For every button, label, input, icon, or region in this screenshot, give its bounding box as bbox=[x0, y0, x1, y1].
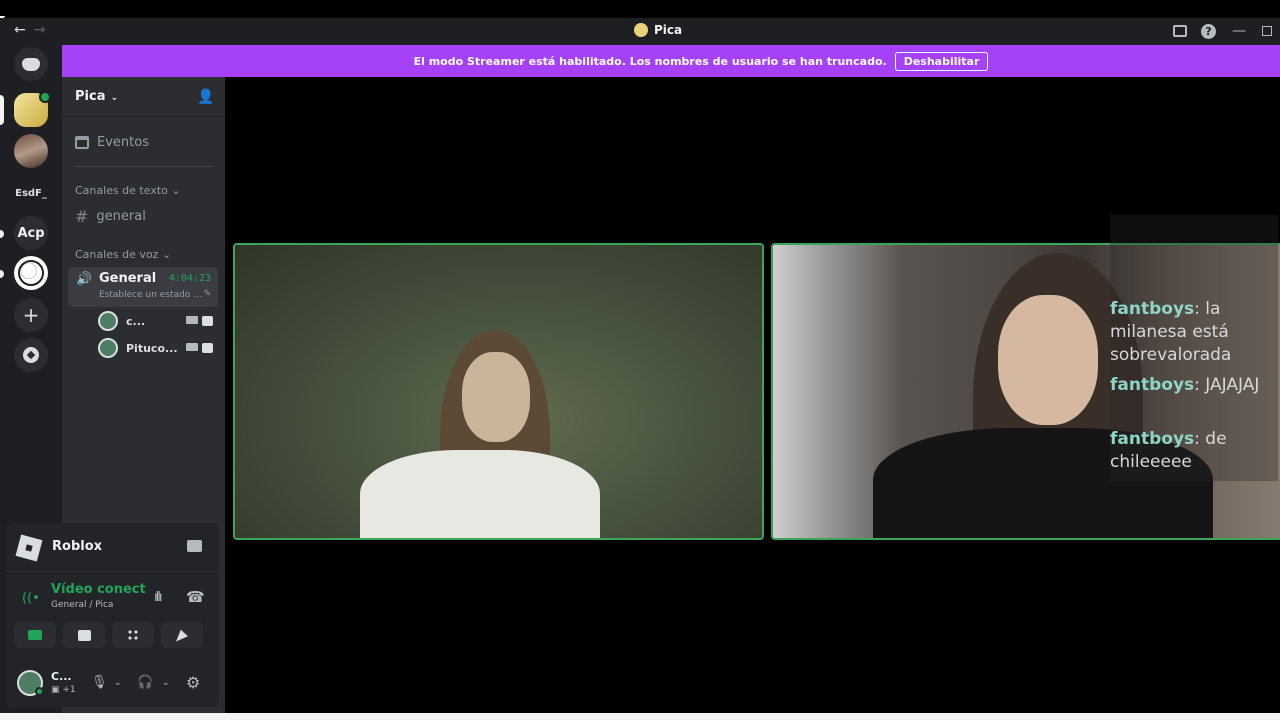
avatar bbox=[98, 311, 118, 331]
activities-icon bbox=[126, 628, 140, 642]
user-name[interactable]: C... bbox=[51, 670, 72, 683]
chevron-down-icon[interactable]: ⌄ bbox=[114, 678, 122, 688]
voice-channel-name: General bbox=[99, 271, 157, 286]
chat-message: fantboys: la milanesa está sobrevalorada bbox=[1110, 299, 1232, 365]
chat-overlay: fantboys: la milanesa está sobrevalorada… bbox=[1110, 215, 1278, 481]
discord-home-icon[interactable] bbox=[14, 47, 48, 81]
chat-message: fantboys: de chileeeee bbox=[1110, 429, 1227, 472]
voice-user[interactable]: c... bbox=[98, 311, 213, 331]
gear-icon[interactable]: ⚙ bbox=[186, 673, 200, 692]
stream-icon bbox=[202, 316, 213, 326]
noise-suppression-icon[interactable]: ıllı bbox=[154, 590, 163, 605]
roblox-icon bbox=[15, 534, 43, 562]
chevron-down-icon[interactable]: ⌄ bbox=[162, 678, 170, 688]
activity-panel: Roblox bbox=[6, 523, 219, 571]
user-panel: C... ▣ +1 🎙 ⌄ 🎧 ⌄ ⚙ bbox=[6, 663, 219, 707]
online-status-icon bbox=[35, 687, 44, 696]
text-category[interactable]: Canales de texto ⌄ bbox=[75, 184, 181, 197]
ball-server-icon[interactable] bbox=[14, 256, 48, 290]
headphones-icon[interactable]: 🎧 bbox=[137, 675, 153, 690]
camera-button[interactable] bbox=[14, 622, 56, 648]
share-screen-icon[interactable] bbox=[187, 540, 202, 552]
guild-name: Pica ⌄ bbox=[75, 89, 119, 104]
microphone-icon[interactable]: 🎙 bbox=[91, 675, 108, 690]
invite-user-icon[interactable]: 👤 bbox=[197, 89, 214, 105]
activities-button[interactable] bbox=[112, 622, 154, 648]
soundboard-icon bbox=[176, 629, 188, 642]
pica-server-icon[interactable] bbox=[14, 91, 51, 127]
calendar-icon bbox=[75, 136, 89, 149]
add-server-icon[interactable]: + bbox=[14, 298, 48, 332]
explore-icon[interactable] bbox=[14, 338, 48, 372]
voice-user[interactable]: Pitucо... bbox=[98, 338, 213, 358]
voice-category[interactable]: Canales de voz ⌄ bbox=[75, 248, 171, 261]
activity-name: Roblox bbox=[52, 539, 103, 554]
pica-icon bbox=[634, 23, 648, 37]
server-acp[interactable]: Acp bbox=[14, 216, 48, 250]
back-button[interactable]: ← bbox=[14, 22, 26, 38]
voice-channel-general[interactable]: 🔊 General 4:04:23 Establece un estado ..… bbox=[68, 267, 218, 307]
hash-icon: # bbox=[75, 207, 89, 226]
server-esdf-label: EsdF_ bbox=[15, 187, 47, 199]
voice-connected-title: Vídeo conectado bbox=[51, 582, 146, 597]
camera-icon bbox=[186, 316, 198, 324]
voice-connection-panel: ((• Vídeo conectado General / Pica ıllı … bbox=[6, 571, 219, 663]
minimize-button[interactable]: — bbox=[1230, 22, 1248, 40]
events-item[interactable]: Eventos bbox=[75, 135, 149, 150]
voice-connected-subtitle[interactable]: General / Pica bbox=[51, 600, 113, 610]
banner-message: El modo Streamer está habilitado. Los no… bbox=[413, 54, 887, 68]
voice-user-name: Pitucо... bbox=[126, 341, 178, 355]
nav-buttons: ← → bbox=[14, 22, 45, 38]
live-badge bbox=[39, 91, 51, 103]
disconnect-icon[interactable]: ☎ bbox=[186, 588, 205, 606]
bottom-strip bbox=[0, 713, 1280, 720]
unread-pill bbox=[0, 230, 4, 238]
title-bar: ← → Pica ? — bbox=[0, 18, 1280, 45]
help-icon[interactable]: ? bbox=[1201, 23, 1216, 39]
titlebar-controls: ? — bbox=[1173, 22, 1272, 40]
stream-icon bbox=[202, 343, 213, 353]
window-title: Pica bbox=[634, 23, 682, 37]
window-title-text: Pica bbox=[654, 23, 683, 37]
signal-icon[interactable]: ((• bbox=[22, 591, 40, 606]
voice-buttons bbox=[14, 622, 203, 648]
disable-button[interactable]: Deshabilitar bbox=[894, 51, 989, 71]
speaker-icon: 🔊 bbox=[76, 272, 93, 287]
forward-button[interactable]: → bbox=[34, 22, 46, 38]
inbox-icon[interactable] bbox=[1173, 25, 1187, 37]
video-tile[interactable] bbox=[233, 243, 764, 540]
maximize-button[interactable] bbox=[1262, 26, 1272, 36]
channel-general[interactable]: # general bbox=[75, 207, 146, 226]
chevron-down-icon: ⌄ bbox=[107, 93, 119, 103]
pencil-icon[interactable]: ✎ bbox=[203, 289, 211, 299]
server-esdf[interactable]: EsdF_ bbox=[14, 176, 48, 210]
avatar bbox=[98, 338, 118, 358]
server-acp-label: Acp bbox=[17, 225, 45, 241]
screen-share-button[interactable] bbox=[63, 622, 105, 648]
server-avatar-icon[interactable] bbox=[14, 134, 48, 168]
chat-message: fantboys: JAJAJAJ bbox=[1110, 375, 1260, 395]
video-icon bbox=[28, 630, 42, 640]
voice-user-name: c... bbox=[126, 314, 146, 328]
voice-timer: 4:04:23 bbox=[168, 273, 211, 284]
participant-video bbox=[360, 330, 600, 538]
user-sub: ▣ +1 bbox=[51, 685, 76, 695]
unread-pill-2 bbox=[0, 270, 4, 278]
events-label: Eventos bbox=[97, 135, 149, 150]
divider bbox=[74, 166, 214, 167]
selected-server-pill bbox=[0, 95, 4, 125]
soundboard-button[interactable] bbox=[161, 622, 203, 648]
screen-share-icon bbox=[77, 629, 91, 641]
channel-general-label: general bbox=[96, 209, 146, 224]
guild-header[interactable]: Pica ⌄ 👤 bbox=[62, 77, 225, 117]
voice-status[interactable]: Establece un estado ... bbox=[99, 290, 202, 300]
streamer-mode-banner: El modo Streamer está habilitado. Los no… bbox=[62, 45, 1280, 77]
camera-icon bbox=[186, 343, 198, 351]
video-stage: fantboys: la milanesa está sobrevalorada… bbox=[225, 77, 1280, 713]
